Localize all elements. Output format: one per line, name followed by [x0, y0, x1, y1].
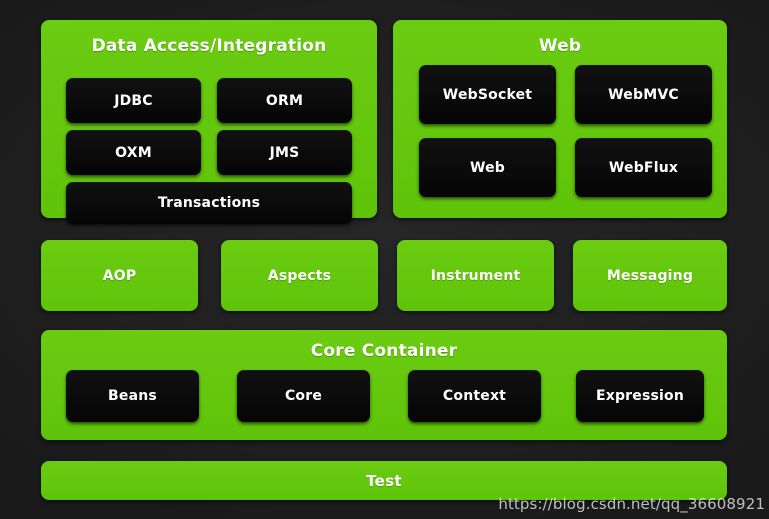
panel-core-container: Core Container Beans Core Context Expres…	[41, 330, 727, 440]
module-label: JMS	[269, 144, 300, 161]
module-orm[interactable]: ORM	[217, 78, 352, 123]
spring-architecture-diagram: Data Access/Integration JDBC ORM OXM JMS…	[0, 0, 769, 519]
module-label: WebFlux	[608, 159, 679, 176]
panel-title-web: Web	[538, 36, 582, 56]
module-label: Web	[469, 159, 506, 176]
module-label: Expression	[595, 388, 685, 404]
card-label: Instrument	[430, 267, 521, 284]
card-label: Messaging	[606, 267, 694, 284]
card-instrument[interactable]: Instrument	[397, 240, 554, 311]
card-aop[interactable]: AOP	[41, 240, 198, 311]
module-transactions[interactable]: Transactions	[66, 182, 352, 224]
module-label: JDBC	[114, 92, 153, 109]
module-label: Core	[284, 388, 323, 404]
module-label: Context	[442, 388, 507, 404]
card-label: AOP	[102, 267, 137, 284]
module-context[interactable]: Context	[408, 370, 541, 422]
module-label: OXM	[115, 144, 152, 161]
module-core[interactable]: Core	[237, 370, 370, 422]
module-webflux[interactable]: WebFlux	[575, 138, 712, 197]
module-jms[interactable]: JMS	[217, 130, 352, 175]
module-label: WebSocket	[442, 86, 533, 103]
card-label: Aspects	[267, 267, 332, 284]
module-oxm[interactable]: OXM	[66, 130, 201, 175]
panel-data-access-integration: Data Access/Integration JDBC ORM OXM JMS…	[41, 20, 377, 224]
module-label: ORM	[265, 92, 304, 109]
panel-web: Web WebSocket WebMVC Web WebFlux	[393, 20, 727, 218]
module-label: Beans	[108, 388, 157, 404]
module-web[interactable]: Web	[419, 138, 556, 197]
card-messaging[interactable]: Messaging	[573, 240, 727, 311]
panel-title-core-container: Core Container	[310, 341, 458, 361]
module-label: Transactions	[157, 195, 261, 211]
module-websocket[interactable]: WebSocket	[419, 65, 556, 124]
module-expression[interactable]: Expression	[576, 370, 704, 422]
module-webmvc[interactable]: WebMVC	[575, 65, 712, 124]
panel-title-data-access-integration: Data Access/Integration	[91, 36, 327, 56]
module-jdbc[interactable]: JDBC	[66, 78, 201, 123]
module-beans[interactable]: Beans	[66, 370, 199, 422]
bar-test[interactable]: Test	[41, 461, 727, 500]
module-label: WebMVC	[608, 86, 679, 103]
bar-label: Test	[366, 471, 402, 490]
card-aspects[interactable]: Aspects	[221, 240, 378, 311]
